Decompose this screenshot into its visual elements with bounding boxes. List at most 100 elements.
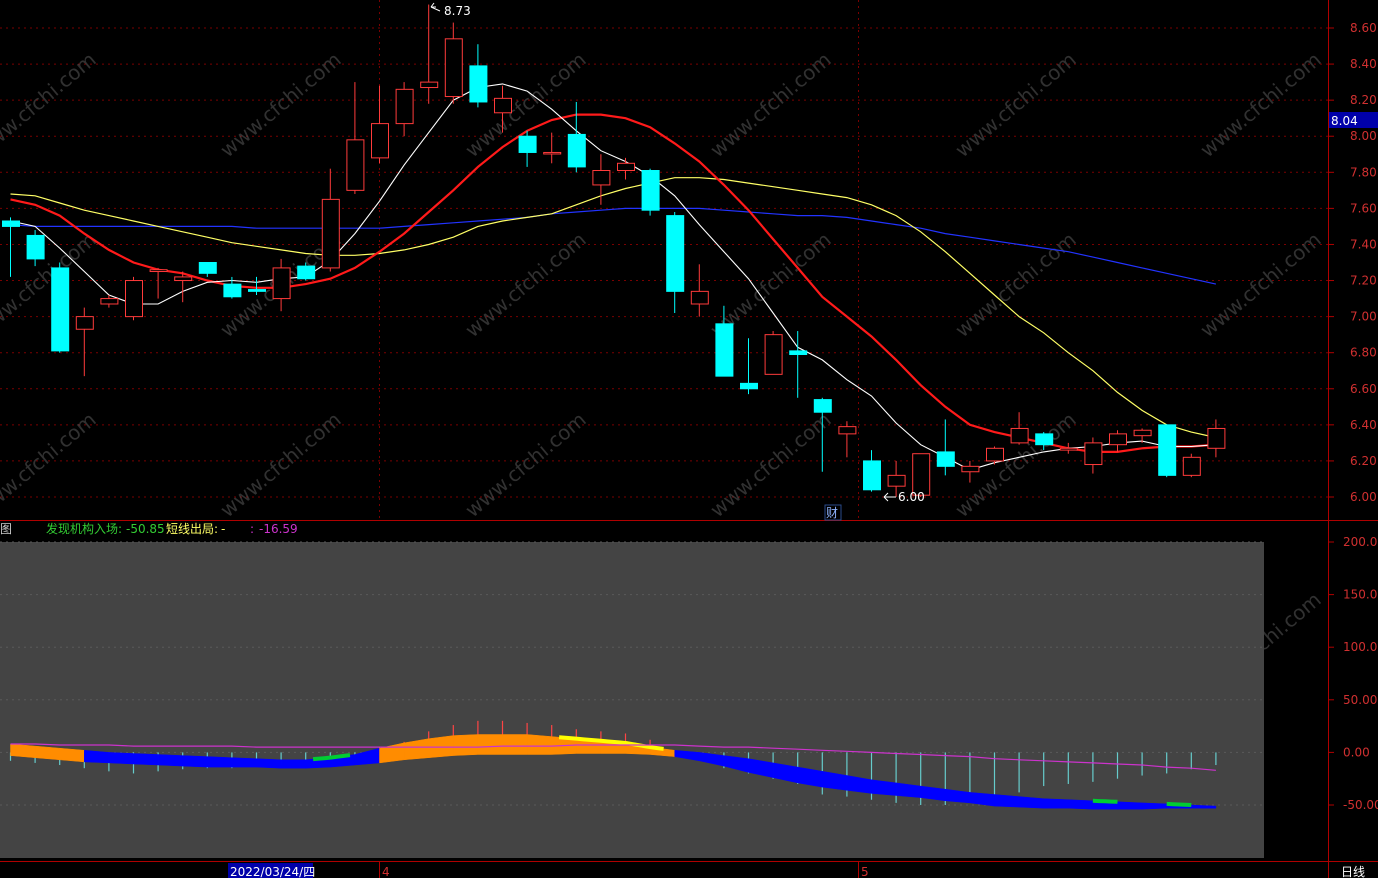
financial-badge[interactable]: 财 [826,506,838,520]
candle-body [125,280,143,318]
indicator-band-segment [1141,802,1167,810]
indicator-axis-label: 200.00 [1343,535,1378,549]
candle-body [789,350,808,355]
indicator-band-segment [1018,796,1044,809]
indicator-signal [1092,798,1118,804]
indicator-band-segment [34,745,60,761]
candle-body [1182,456,1201,476]
indicator-band-segment [231,757,257,768]
price-axis-label: 6.40 [1350,418,1377,432]
candle-body [567,133,586,168]
candle-body [198,262,217,274]
candle-body [346,139,365,191]
candle-body [420,81,439,89]
indicator-band-segment [256,758,282,769]
price-axis-label: 7.40 [1350,237,1377,251]
candle-body [297,265,316,280]
price-axis-label: 8.20 [1350,93,1377,107]
price-axis-label: 6.60 [1350,382,1377,396]
candle-body [51,267,70,352]
candle[interactable] [764,331,783,375]
indicator-band-segment [994,794,1020,808]
candle[interactable] [1182,453,1201,478]
stock-chart[interactable]: www.cfchi.com www.cfchi.com www.cfchi.com w… [0,0,1378,878]
candle-body [174,276,193,282]
candle-body [887,474,906,487]
indicator-band-segment [453,734,479,756]
price-axis-label: 8.00 [1350,129,1377,143]
candle-body [764,334,783,375]
price-axis-label: 7.00 [1350,310,1377,324]
candle[interactable] [641,168,660,216]
price-axis-label: 6.00 [1350,490,1377,504]
candle[interactable] [51,262,70,353]
candle-body [936,451,955,467]
candle-body [986,447,1004,462]
indicator-axis-label: 150.00 [1343,588,1378,602]
candle-body [100,298,119,305]
candle-body [961,465,980,473]
indicator-signal [1166,801,1192,807]
indicator-band-segment [133,753,159,766]
price-axis-label: 7.80 [1350,165,1377,179]
candle[interactable] [1158,424,1177,478]
candle[interactable] [125,276,143,321]
candle-body [617,162,635,172]
candle-body [26,234,45,260]
candle-body [715,323,734,377]
third-label: : [250,522,254,536]
price-axis-label: 7.60 [1350,201,1377,215]
price-axis-label: 8.60 [1350,21,1377,35]
candle-body [272,267,291,300]
month-5-label: 5 [861,865,869,878]
candle-body [1010,427,1029,444]
high-label: 8.73 [444,4,471,18]
indicator-band-segment [59,747,85,763]
third-value: -16.59 [259,522,298,536]
indicator-axis-label: 50.00 [1343,693,1377,707]
period-label[interactable]: 日线 [1341,865,1365,878]
date-label: 2022/03/24/四 [230,865,315,878]
short-value: - [221,522,225,536]
indicator-axis-label: 0.00 [1343,745,1370,759]
candle-body [592,170,611,186]
candle-body [1109,433,1127,446]
price-tag: 8.04 [1331,114,1358,128]
indicator-axis-label: 100.00 [1343,640,1378,654]
candle-body [813,399,832,413]
candle-body [543,151,562,155]
indicator-band-segment [157,754,183,767]
candle-body [740,382,758,390]
indicator-band-segment [1068,799,1094,810]
candle-body [838,426,857,435]
indicator-band-segment [84,750,110,764]
indicator-band-segment [182,755,208,768]
entry-value: -50.85 [126,522,165,536]
candle-body [444,38,463,98]
candle-body [863,460,881,491]
price-axis-label: 6.20 [1350,454,1377,468]
entry-label: 发现机构入场: [46,521,122,536]
candle-body [1133,429,1152,437]
candle-body [1059,447,1078,451]
short-label: 短线出局: [166,522,218,536]
candle-body [2,220,20,227]
candle-body [395,88,414,125]
candle-body [469,65,488,103]
indicator-band-segment [10,743,36,758]
indicator-band-segment [207,756,233,768]
price-axis-label: 7.20 [1350,274,1377,288]
month-4-label: 4 [382,865,390,878]
candle-body [641,170,660,211]
candle-body [371,123,389,159]
candle-body [666,215,685,292]
price-axis-label: 6.80 [1350,346,1377,360]
indicator-band-segment [108,752,134,765]
candle-body [149,269,168,273]
indicator-band-segment [477,734,503,755]
indicator-name[interactable]: 图 [0,522,12,536]
indicator-band-segment [502,734,528,755]
candle-body [912,453,931,496]
candle-body [1084,442,1103,466]
candle-body [223,283,242,298]
